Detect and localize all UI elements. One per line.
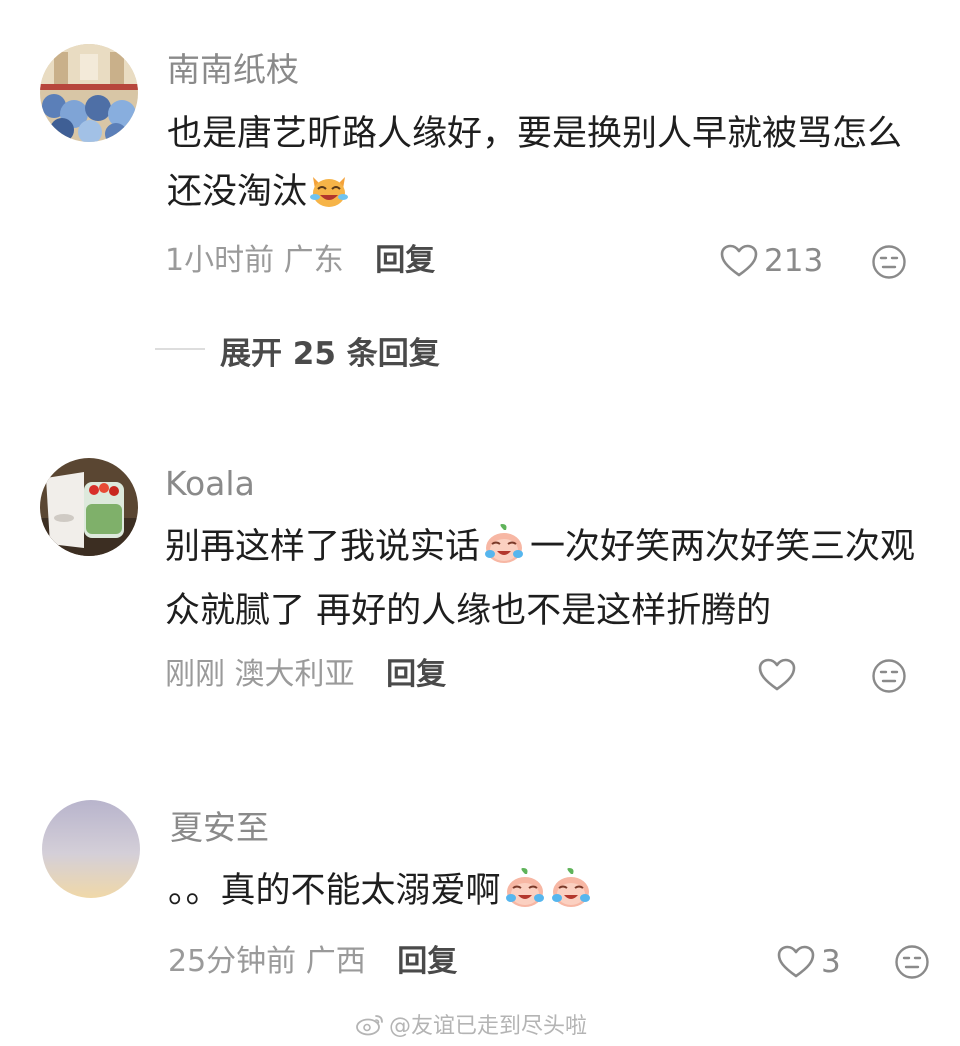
comment-time: 1小时前 bbox=[165, 243, 275, 278]
comment-text-content: 别再这样了我说实话 bbox=[165, 527, 481, 567]
like-button[interactable]: 213 bbox=[720, 241, 823, 281]
comment-meta: 刚刚 澳大利亚 回复 bbox=[165, 655, 446, 695]
heart-icon bbox=[720, 244, 758, 277]
heart-icon bbox=[777, 945, 815, 978]
avatar[interactable] bbox=[42, 800, 140, 898]
comment-meta: 1小时前 广东 回复 bbox=[165, 241, 435, 281]
username[interactable]: 夏安至 bbox=[170, 808, 269, 848]
comment-text-content: 。。真的不能太溺爱啊 bbox=[168, 871, 501, 911]
comment-location: 澳大利亚 bbox=[234, 657, 355, 692]
comment-text-content: 也是唐艺昕路人缘好，要是换别人早就被骂怎么还没淘汰 bbox=[167, 114, 903, 212]
comment-text: 。。真的不能太溺爱啊 bbox=[168, 862, 928, 926]
crying-peach-emoji bbox=[503, 868, 547, 926]
dislike-button[interactable] bbox=[871, 244, 907, 284]
watermark-text: @友谊已走到尽头啦 bbox=[389, 1014, 588, 1039]
laughing-crying-cat-emoji bbox=[309, 169, 349, 227]
neutral-face-icon bbox=[895, 945, 929, 979]
comment-time: 刚刚 bbox=[165, 657, 225, 692]
expand-replies-button[interactable]: 展开 25 条回复 bbox=[220, 328, 440, 373]
watermark: @友谊已走到尽头啦 bbox=[355, 1008, 587, 1040]
avatar[interactable] bbox=[40, 44, 138, 142]
comment-text: 也是唐艺昕路人缘好，要是换别人早就被骂怎么还没淘汰 bbox=[167, 105, 927, 227]
dislike-button[interactable] bbox=[894, 944, 930, 984]
reply-button[interactable]: 回复 bbox=[375, 243, 435, 278]
like-button[interactable]: 3 bbox=[777, 942, 841, 982]
weibo-logo-icon bbox=[356, 1015, 383, 1036]
comment-location: 广西 bbox=[305, 944, 366, 979]
dislike-button[interactable] bbox=[871, 658, 907, 698]
comment-text: 别再这样了我说实话 一次好笑两次好笑三次观众就腻了 再好的人缘也不是这样折腾的 bbox=[165, 518, 925, 640]
expand-divider bbox=[155, 348, 205, 350]
like-button[interactable] bbox=[758, 655, 802, 695]
like-count: 3 bbox=[821, 944, 841, 980]
neutral-face-icon bbox=[872, 659, 906, 693]
comment-time: 25分钟前 bbox=[168, 944, 297, 979]
crying-peach-emoji bbox=[549, 868, 593, 926]
avatar[interactable] bbox=[40, 458, 138, 556]
like-count: 213 bbox=[764, 243, 824, 279]
reply-button[interactable]: 回复 bbox=[386, 657, 446, 692]
username[interactable]: 南南纸枝 bbox=[167, 50, 299, 90]
neutral-face-icon bbox=[872, 245, 906, 279]
heart-icon bbox=[758, 658, 796, 691]
crying-peach-emoji bbox=[482, 524, 526, 582]
comment-meta: 25分钟前 广西 回复 bbox=[168, 942, 457, 982]
comment-location: 广东 bbox=[283, 243, 344, 278]
reply-button[interactable]: 回复 bbox=[397, 944, 457, 979]
username[interactable]: Koala bbox=[165, 464, 255, 504]
